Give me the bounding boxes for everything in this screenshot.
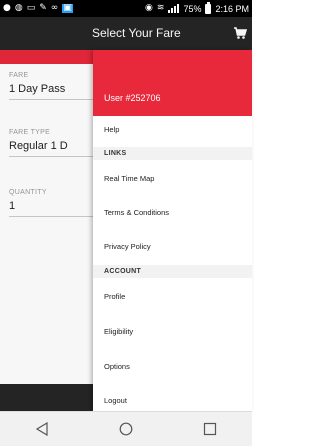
navigation-drawer: User #252706 Help LINKS Real Time Map Te… [93, 50, 252, 411]
hd-icon: ▭ [26, 3, 36, 13]
cell-signal-icon [168, 4, 180, 13]
section-header-account: ACCOUNT [93, 265, 252, 278]
status-bar: ● ◍ ▭ ✎ ∞ ▣ ◉ ≋ 75% 2:16 PM [0, 0, 252, 17]
status-notifications: ● ◍ ▭ ✎ ∞ ▣ [3, 4, 73, 13]
status-system: ◉ ≋ 75% 2:16 PM [145, 1, 249, 14]
chat-icon: ● [3, 3, 11, 13]
recents-button[interactable] [190, 414, 230, 444]
image-icon: ▣ [62, 3, 73, 13]
menu-item-profile[interactable]: Profile [93, 291, 252, 303]
recents-icon [203, 422, 217, 436]
wifi-icon: ≋ [156, 3, 165, 13]
user-id: User #252706 [104, 93, 161, 103]
drawer-header: User #252706 [93, 50, 252, 116]
back-icon [35, 422, 48, 436]
home-button[interactable] [106, 414, 146, 444]
nfc-icon: ◉ [145, 3, 153, 13]
menu-item-options[interactable]: Options [93, 361, 252, 373]
menu-item-eligibility[interactable]: Eligibility [93, 326, 252, 338]
home-icon [119, 422, 133, 436]
battery-icon [205, 1, 212, 14]
wrench-icon: ✎ [39, 3, 47, 13]
menu-item-logout[interactable]: Logout [93, 395, 252, 407]
battery-percent: 75% [183, 3, 202, 14]
menu-item-terms[interactable]: Terms & Conditions [93, 207, 252, 219]
app-icon: ◍ [14, 3, 23, 13]
menu-item-real-time-map[interactable]: Real Time Map [93, 173, 252, 185]
clock: 2:16 PM [215, 3, 249, 14]
back-button[interactable] [22, 414, 62, 444]
section-header-links: LINKS [93, 147, 252, 160]
menu-item-help[interactable]: Help [93, 124, 252, 136]
menu-item-privacy[interactable]: Privacy Policy [93, 241, 252, 253]
voicemail-icon: ∞ [50, 3, 59, 13]
system-nav-bar [0, 411, 252, 446]
